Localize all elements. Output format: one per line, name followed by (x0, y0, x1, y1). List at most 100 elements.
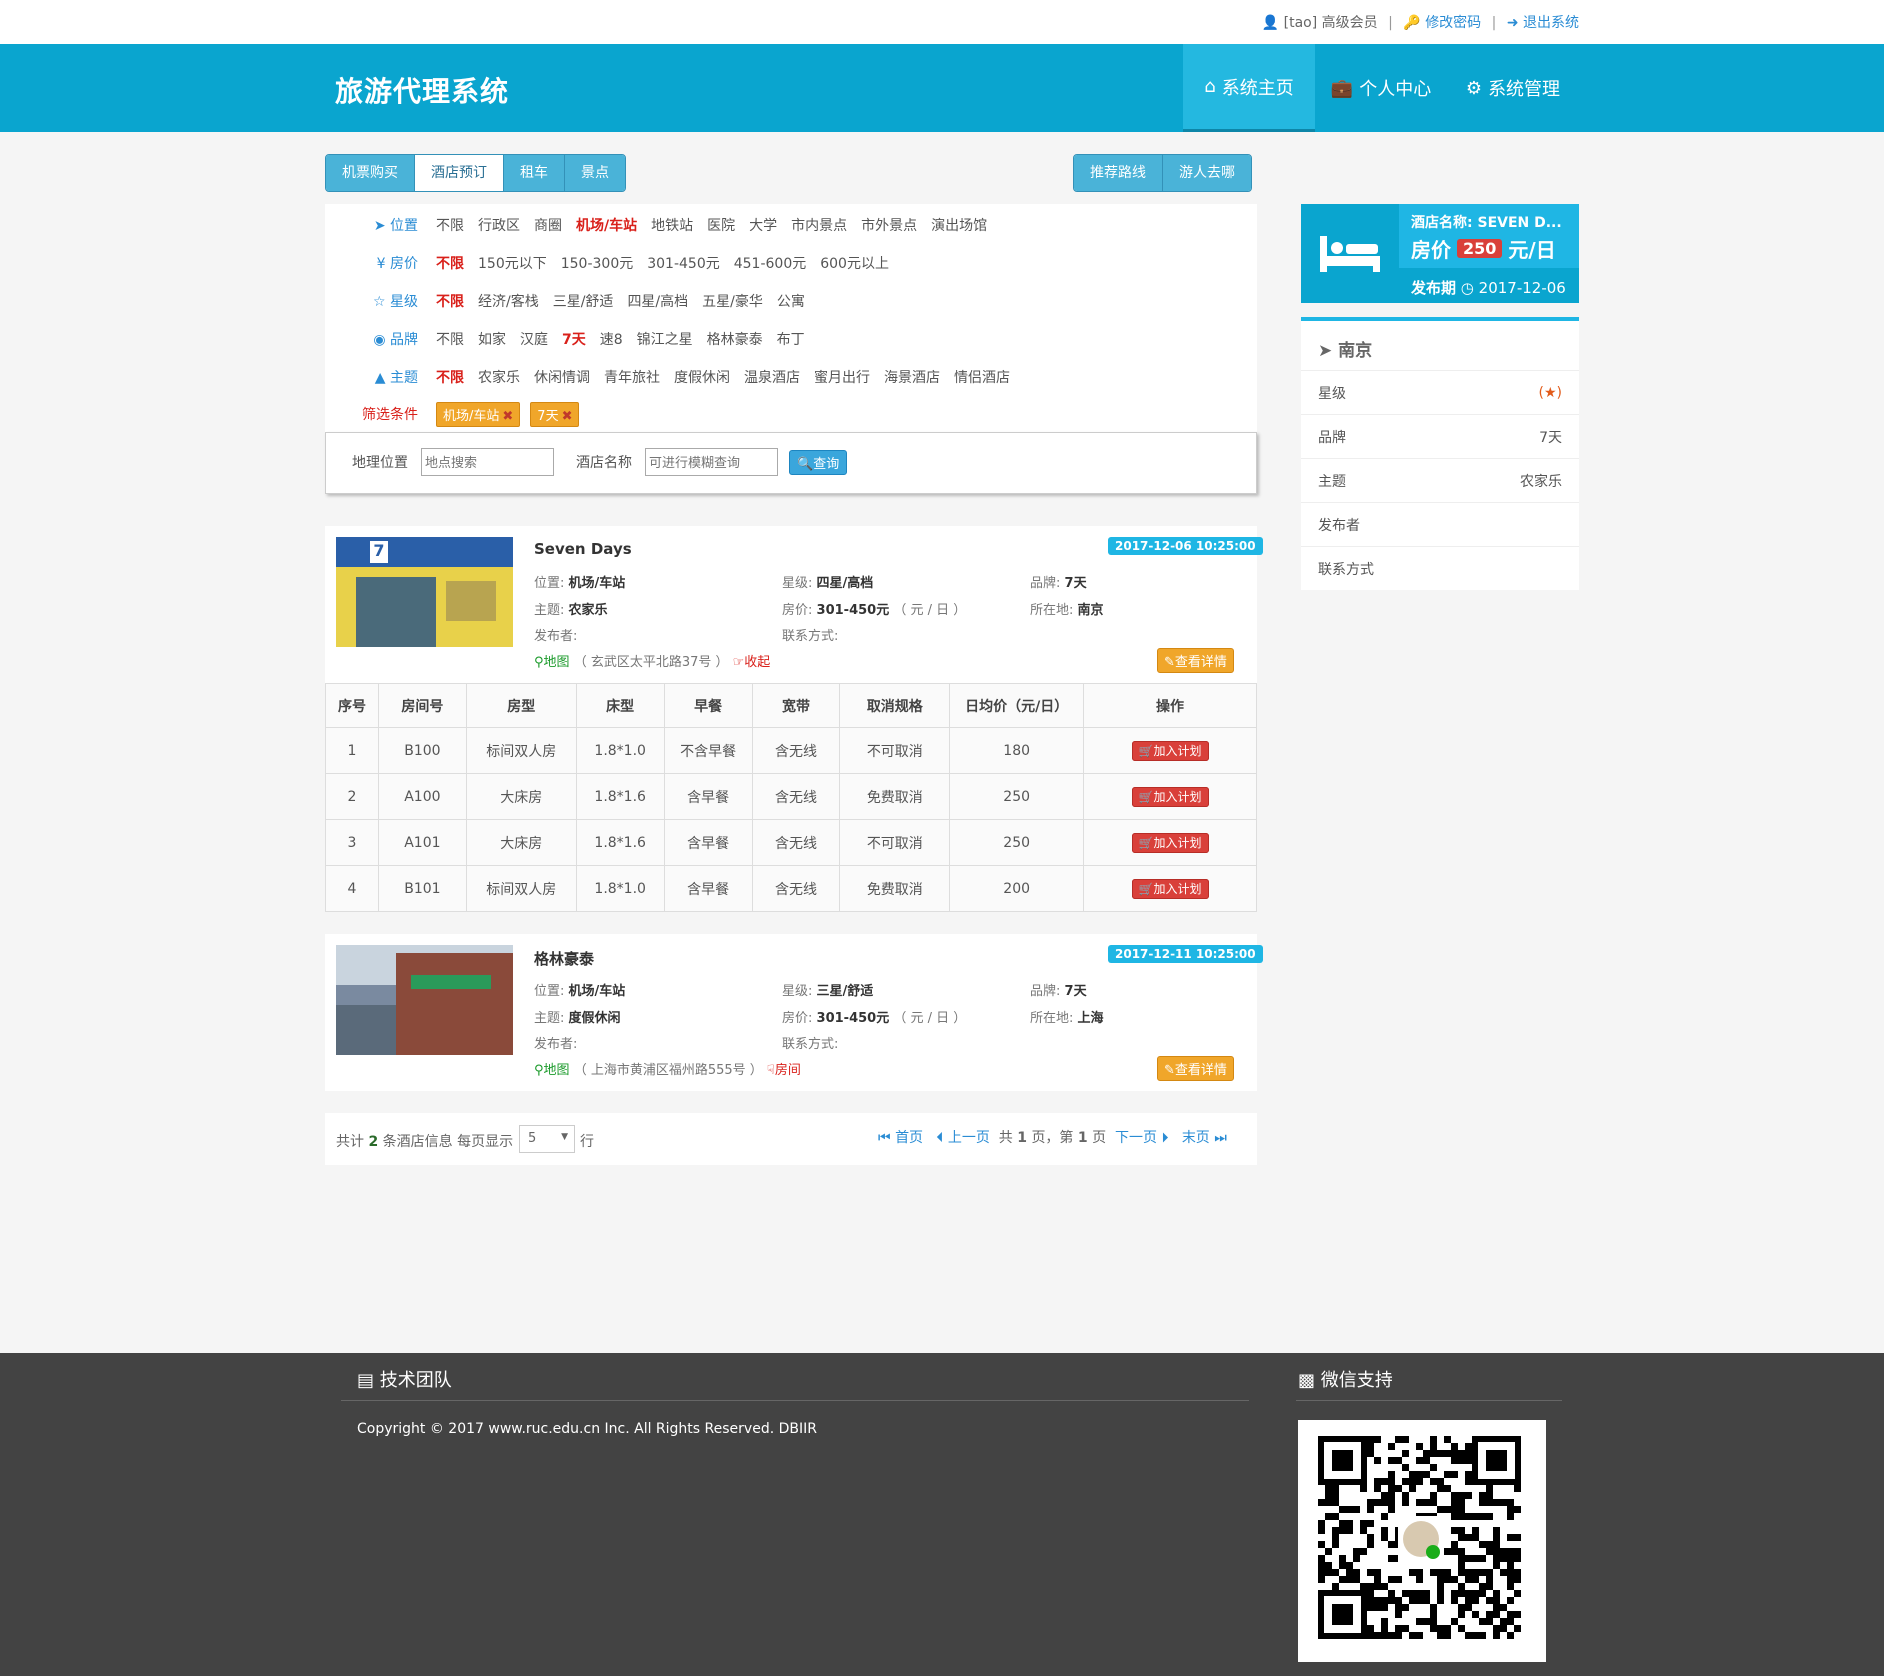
hotel-name-input[interactable] (645, 448, 778, 476)
filter-option[interactable]: 不限 (436, 253, 464, 273)
geo-label: 地理位置 (352, 455, 408, 471)
view-details-button[interactable]: ✎查看详情 (1157, 1056, 1234, 1081)
condition-chip[interactable]: 7天 ✖ (530, 401, 580, 427)
filter-option[interactable]: 市内景点 (791, 215, 847, 235)
filter-option[interactable]: 五星/豪华 (702, 291, 763, 311)
map-link[interactable]: 地图 (544, 1063, 570, 1078)
filter-option[interactable]: 农家乐 (478, 367, 520, 387)
filter-label: ◉ 品牌 (373, 332, 418, 348)
last-page-link[interactable]: 末页 ⏭ (1182, 1130, 1227, 1146)
table-cell: 标间双人房 (465, 727, 577, 774)
route-tabs: 推荐路线 游人去哪 (1073, 154, 1252, 192)
hotel-theme: 主题: 农家乐 (534, 603, 608, 618)
tab-flights[interactable]: 机票购买 (326, 155, 415, 191)
tab-recommended-routes[interactable]: 推荐路线 (1074, 155, 1163, 191)
add-to-plan-button[interactable]: 🛒加入计划 (1131, 741, 1209, 761)
hotel-map-line: ⚲地图 （ 玄武区太平北路37号 ） ☞收起 (534, 651, 770, 670)
first-page-link[interactable]: ⏮ 首页 (878, 1130, 923, 1146)
logout-link[interactable]: 退出系统 (1523, 15, 1579, 31)
tab-attractions[interactable]: 景点 (565, 155, 625, 191)
hotel-address: （ 玄武区太平北路37号 ） (573, 655, 729, 670)
geo-search-input[interactable] (421, 448, 554, 476)
add-to-plan-button[interactable]: 🛒加入计划 (1131, 787, 1209, 807)
filter-option[interactable]: 行政区 (478, 215, 520, 235)
remove-icon[interactable]: ✖ (562, 409, 573, 424)
filter-option[interactable]: 150元以下 (478, 253, 547, 273)
filter-option[interactable]: 不限 (436, 367, 464, 387)
filter-option[interactable]: 医院 (707, 215, 735, 235)
filter-option[interactable]: 600元以上 (820, 253, 889, 273)
hotel-brand: 品牌: 7天 (1030, 984, 1087, 999)
filter-option[interactable]: 汉庭 (520, 329, 548, 349)
hotel-name[interactable]: Seven Days (534, 540, 632, 558)
hotel-photo[interactable] (336, 945, 513, 1055)
filter-option[interactable]: 地铁站 (651, 215, 693, 235)
filter-option[interactable]: 温泉酒店 (744, 367, 800, 387)
brand-icon: ◉ (373, 332, 386, 348)
add-to-plan-button[interactable]: 🛒加入计划 (1131, 879, 1209, 899)
table-cell: 免费取消 (839, 865, 951, 912)
filter-option[interactable]: 7天 (562, 329, 586, 349)
per-page-select[interactable]: 5 ▼ (519, 1125, 575, 1153)
search-button[interactable]: 🔍查询 (789, 450, 848, 475)
condition-chip[interactable]: 机场/车站 ✖ (436, 401, 521, 427)
filter-option[interactable]: 经济/客栈 (478, 291, 539, 311)
filter-option[interactable]: 速8 (600, 329, 623, 349)
filter-option[interactable]: 四星/高档 (627, 291, 688, 311)
filter-option[interactable]: 市外景点 (861, 215, 917, 235)
filter-option[interactable]: 451-600元 (734, 253, 807, 273)
edit-icon: ✎ (1164, 655, 1175, 670)
home-icon: ⌂ (1204, 76, 1216, 97)
filter-option[interactable]: 不限 (436, 291, 464, 311)
settings-icon: ⚙ (1465, 77, 1483, 99)
hotel-photo[interactable]: 7 (336, 537, 513, 647)
table-cell: 2 (325, 773, 379, 820)
filter-option[interactable]: 格林豪泰 (707, 329, 763, 349)
nav-home-label: 系统主页 (1221, 77, 1294, 99)
nav-personal[interactable]: 💼 个人中心 (1315, 44, 1447, 132)
filter-option[interactable]: 青年旅社 (604, 367, 660, 387)
filter-option[interactable]: 三星/舒适 (553, 291, 614, 311)
table-cell: 不可取消 (839, 727, 951, 774)
filter-option[interactable]: 大学 (749, 215, 777, 235)
next-page-link[interactable]: 下一页 ⏵ (1115, 1130, 1168, 1146)
hotel-name[interactable]: 格林豪泰 (534, 948, 594, 969)
wechat-qr-code (1298, 1420, 1546, 1662)
filter-option[interactable]: 休闲情调 (534, 367, 590, 387)
filter-option[interactable]: 布丁 (777, 329, 805, 349)
filter-option[interactable]: 机场/车站 (576, 215, 637, 235)
change-password-link[interactable]: 修改密码 (1425, 15, 1481, 31)
filter-option[interactable]: 不限 (436, 329, 464, 349)
filter-option[interactable]: 301-450元 (647, 253, 720, 273)
nav-home[interactable]: ⌂ 系统主页 (1183, 44, 1315, 132)
filter-option[interactable]: 不限 (436, 215, 464, 235)
view-details-button[interactable]: ✎查看详情 (1157, 648, 1234, 673)
table-cell: 含无线 (751, 727, 841, 774)
add-to-plan-button[interactable]: 🛒加入计划 (1131, 833, 1209, 853)
tab-car-rental[interactable]: 租车 (504, 155, 565, 191)
map-link[interactable]: 地图 (544, 655, 570, 670)
remove-icon[interactable]: ✖ (502, 409, 513, 424)
filter-option[interactable]: 如家 (478, 329, 506, 349)
dropdown-arrow-icon: ▼ (561, 1132, 568, 1142)
map-pin-icon: ⚲ (534, 1063, 544, 1078)
filter-option[interactable]: 度假休闲 (674, 367, 730, 387)
search-icon: 🔍 (797, 457, 814, 472)
filter-option[interactable]: 锦江之星 (637, 329, 693, 349)
rooms-link[interactable]: 房间 (775, 1063, 801, 1078)
filter-option[interactable]: 蜜月出行 (814, 367, 870, 387)
filter-option[interactable]: 海景酒店 (884, 367, 940, 387)
brand-title[interactable]: 旅游代理系统 (335, 70, 509, 110)
collapse-link[interactable]: 收起 (744, 655, 770, 670)
filter-option[interactable]: 商圈 (534, 215, 562, 235)
tab-hotels[interactable]: 酒店预订 (415, 155, 504, 191)
filter-option[interactable]: 演出场馆 (931, 215, 987, 235)
filter-option[interactable]: 公寓 (777, 291, 805, 311)
filter-option[interactable]: 150-300元 (561, 253, 634, 273)
nav-admin[interactable]: ⚙ 系统管理 (1447, 44, 1579, 132)
tab-where-to-go[interactable]: 游人去哪 (1163, 155, 1251, 191)
prev-page-link[interactable]: ⏴ 上一页 (936, 1130, 989, 1146)
table-cell: A100 (377, 773, 467, 820)
table-cell: 1.8*1.6 (575, 773, 665, 820)
filter-option[interactable]: 情侣酒店 (954, 367, 1010, 387)
